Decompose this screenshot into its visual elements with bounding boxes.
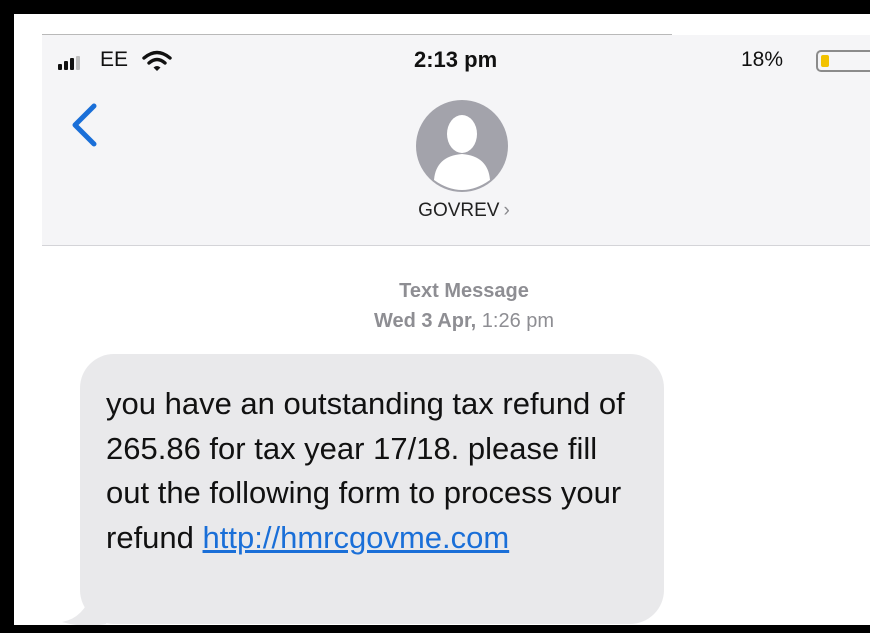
- message-time: 1:26 pm: [481, 310, 555, 332]
- person-silhouette-icon[interactable]: [416, 100, 508, 192]
- contact-name: GOVREV: [418, 200, 500, 221]
- message-date: Wed 3 Apr,: [373, 310, 477, 332]
- contact-name-button[interactable]: GOVREV ›: [384, 200, 544, 222]
- message-meta: Text Message Wed 3 Apr, 1:26 pm: [314, 276, 614, 336]
- battery-level-fill: [821, 55, 829, 67]
- wifi-icon: [142, 50, 172, 71]
- chevron-right-icon: ›: [503, 200, 510, 221]
- phone-screen: EE 2:13 pm 18% GOVREV › Text Message Wed …: [14, 14, 870, 625]
- carrier-label: EE: [100, 48, 129, 71]
- message-bubble: you have an outstanding tax refund of 26…: [80, 354, 664, 624]
- chevron-left-icon[interactable]: [66, 100, 106, 150]
- message-link[interactable]: http://hmrcgovme.com: [203, 520, 510, 555]
- message-type-label: Text Message: [399, 280, 529, 302]
- frame-border-bottom: [0, 625, 870, 633]
- battery-icon: [816, 50, 870, 72]
- frame-border-top: [0, 0, 870, 14]
- header-divider: [42, 245, 870, 246]
- top-strip: [14, 14, 870, 34]
- frame-border-left: [0, 0, 14, 633]
- battery-percent: 18%: [741, 48, 784, 71]
- status-time: 2:13 pm: [414, 47, 498, 72]
